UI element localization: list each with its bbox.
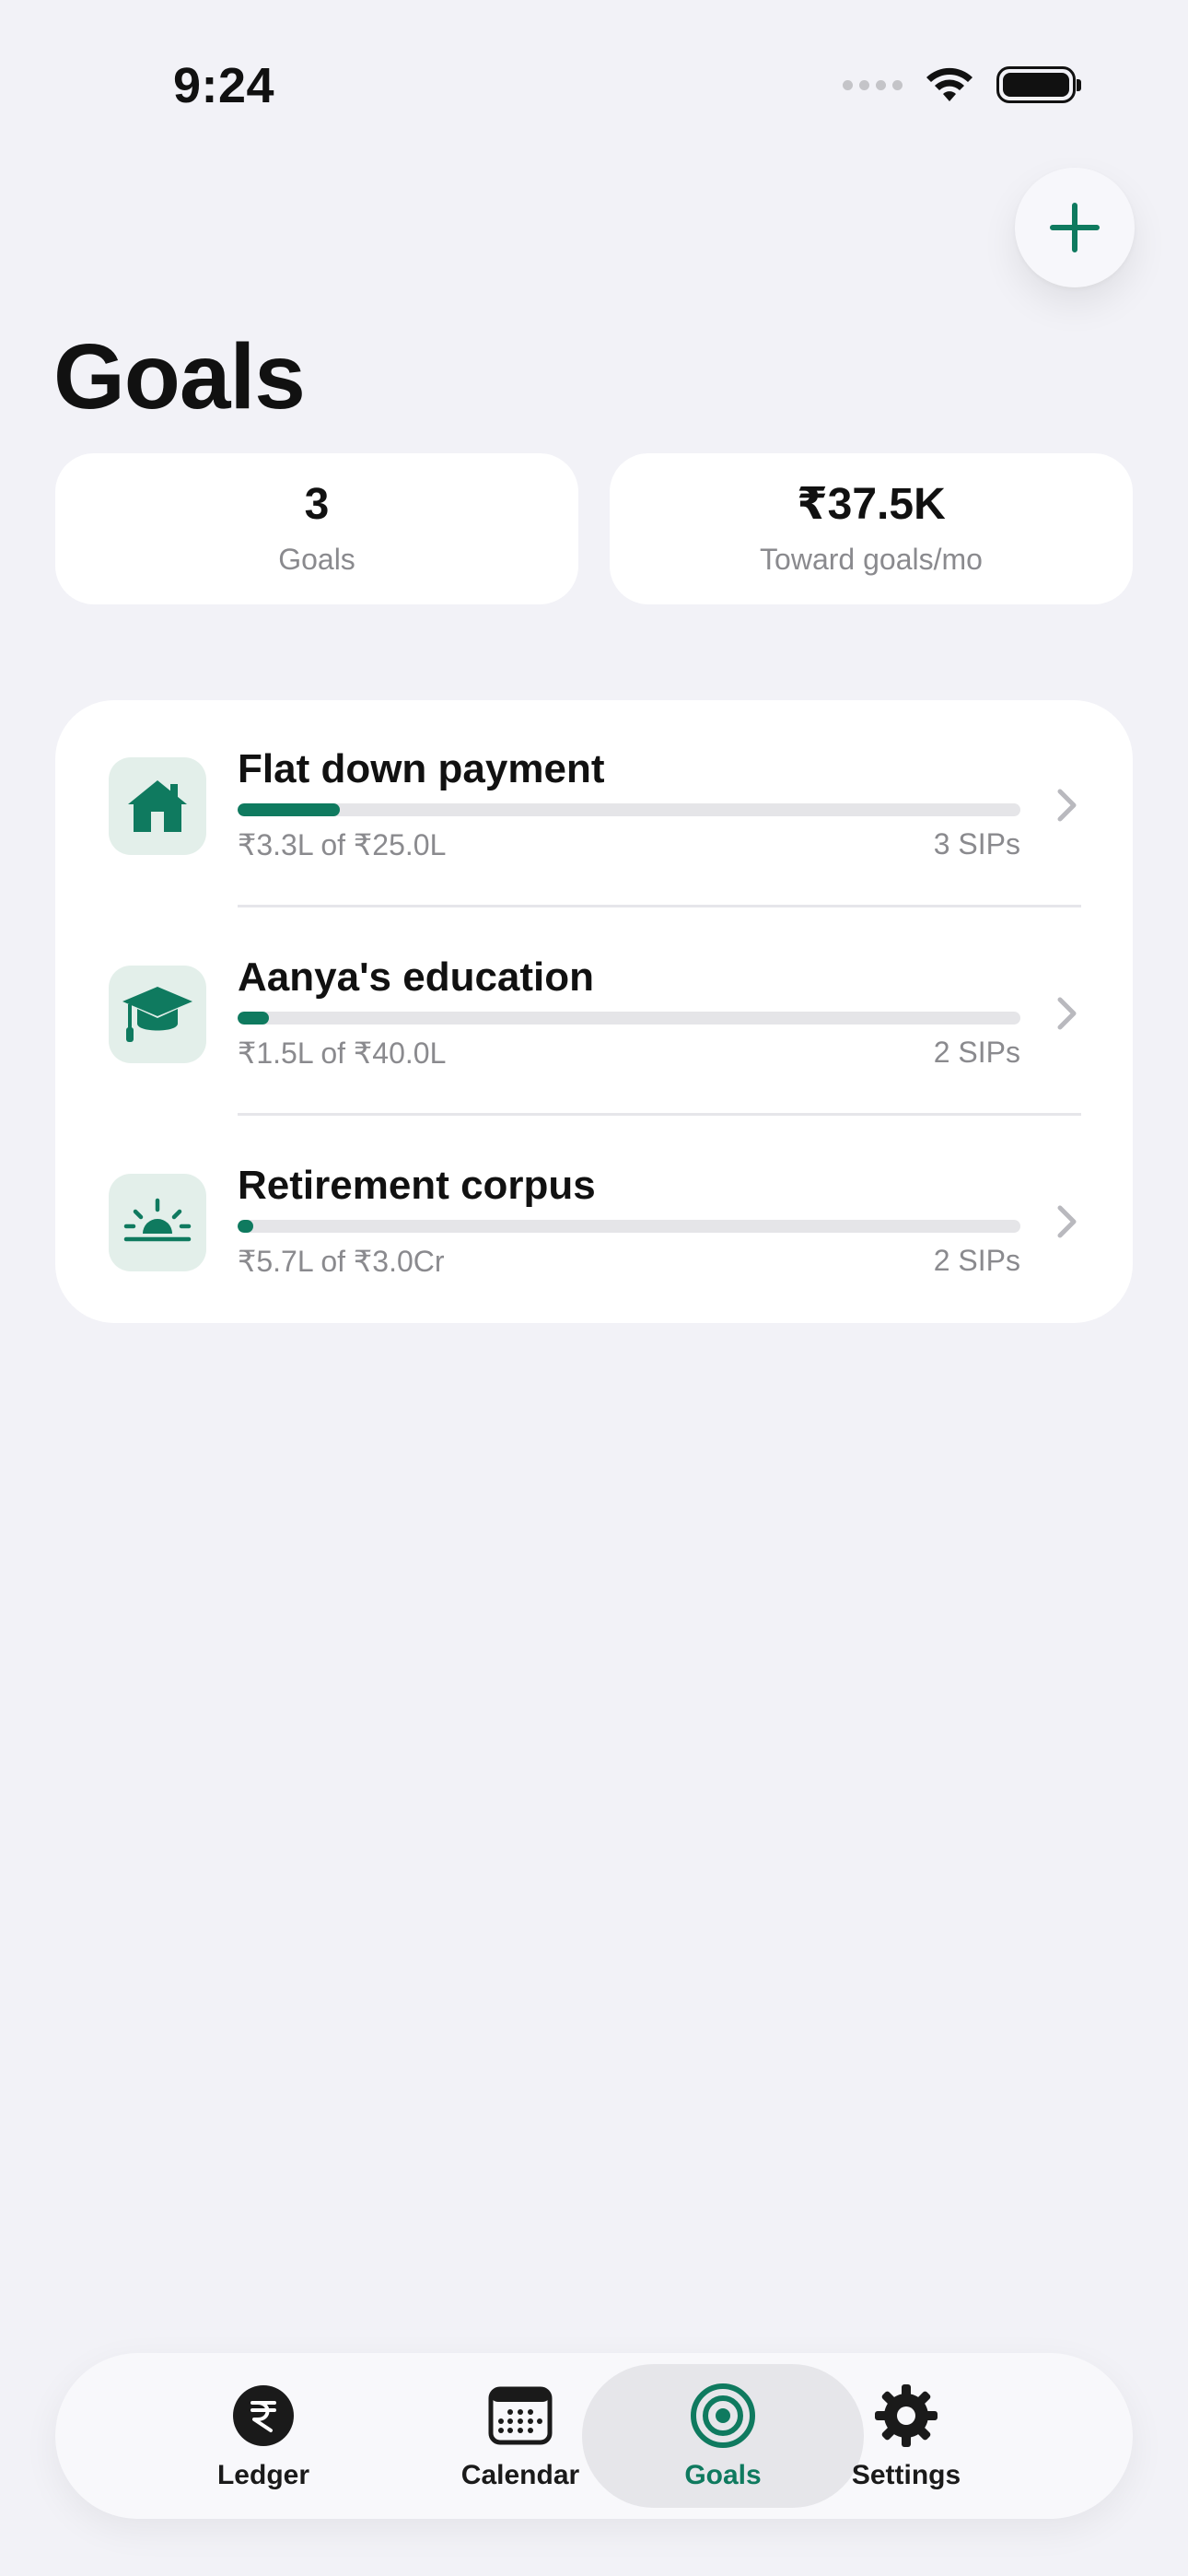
stat-card-goals-count: 3 Goals (55, 453, 578, 604)
battery-icon (996, 66, 1081, 103)
chevron-right-icon (1057, 789, 1077, 822)
plus-icon (1050, 203, 1100, 252)
calendar-icon (488, 2386, 553, 2445)
goal-progress-fill (238, 803, 340, 816)
graduation-cap-icon (122, 987, 192, 1042)
tab-label: Calendar (460, 2460, 580, 2490)
goal-progress-bar (238, 1012, 1020, 1025)
chevron-right-icon (1057, 1205, 1077, 1238)
rupee-icon (233, 2385, 294, 2446)
goal-name: Aanya's education (238, 954, 595, 1000)
page-title: Goals (53, 325, 306, 428)
tab-icon-container (228, 2381, 298, 2451)
goals-list: Flat down payment ₹3.3L of ₹25.0L 3 SIPs… (55, 700, 1133, 1323)
chevron-right-icon (1057, 997, 1077, 1030)
goal-name: Retirement corpus (238, 1163, 596, 1208)
tab-settings[interactable]: Settings (777, 2364, 1035, 2508)
goal-progress-bar (238, 803, 1020, 816)
goal-amount: ₹1.5L of ₹40.0L (238, 1036, 447, 1070)
goal-icon-container (109, 966, 206, 1063)
stat-label: Toward goals/mo (760, 542, 983, 576)
tab-icon-container (485, 2381, 555, 2451)
tab-label: Ledger (216, 2460, 310, 2490)
goal-amount: ₹3.3L of ₹25.0L (238, 828, 447, 861)
stat-value: ₹37.5K (797, 480, 946, 530)
row-divider (238, 905, 1081, 907)
tab-label: Settings (851, 2460, 961, 2490)
goal-row-flat-down-payment[interactable]: Flat down payment ₹3.3L of ₹25.0L 3 SIPs (55, 700, 1133, 908)
goals-screen: 9:24 Goals 3 Goals ₹37.5K Toward goals/m… (0, 0, 1188, 2576)
target-icon (691, 2383, 755, 2448)
goal-icon-container (109, 1174, 206, 1271)
tab-icon-container (688, 2381, 758, 2451)
goal-row-retirement-corpus[interactable]: Retirement corpus ₹5.7L of ₹3.0Cr 2 SIPs (55, 1117, 1133, 1325)
goal-progress-bar (238, 1220, 1020, 1233)
wifi-icon (926, 67, 973, 101)
goal-sip-count: 3 SIPs (933, 827, 1020, 861)
goal-progress-fill (238, 1012, 269, 1025)
goal-sip-count: 2 SIPs (933, 1036, 1020, 1069)
tab-label: Goals (684, 2460, 762, 2490)
stat-label: Goals (278, 542, 355, 576)
cellular-signal-icon (843, 79, 903, 90)
stat-card-monthly-total: ₹37.5K Toward goals/mo (610, 453, 1133, 604)
tab-icon-container (871, 2381, 941, 2451)
goal-name: Flat down payment (238, 746, 605, 791)
add-goal-button[interactable] (1015, 168, 1135, 287)
row-divider (238, 1113, 1081, 1116)
goal-row-aanyas-education[interactable]: Aanya's education ₹1.5L of ₹40.0L 2 SIPs (55, 908, 1133, 1117)
status-time: 9:24 (173, 58, 275, 113)
goal-icon-container (109, 757, 206, 855)
stat-value: 3 (304, 480, 330, 530)
tab-ledger[interactable]: Ledger (134, 2364, 392, 2508)
status-icons (843, 64, 1081, 105)
gear-icon (875, 2384, 938, 2447)
goal-progress-fill (238, 1220, 253, 1233)
goal-amount: ₹5.7L of ₹3.0Cr (238, 1245, 445, 1278)
house-icon (128, 780, 187, 832)
tab-bar: Ledger Calendar Goals Settings (55, 2353, 1133, 2519)
sunrise-icon (123, 1198, 192, 1242)
goal-sip-count: 2 SIPs (933, 1244, 1020, 1277)
